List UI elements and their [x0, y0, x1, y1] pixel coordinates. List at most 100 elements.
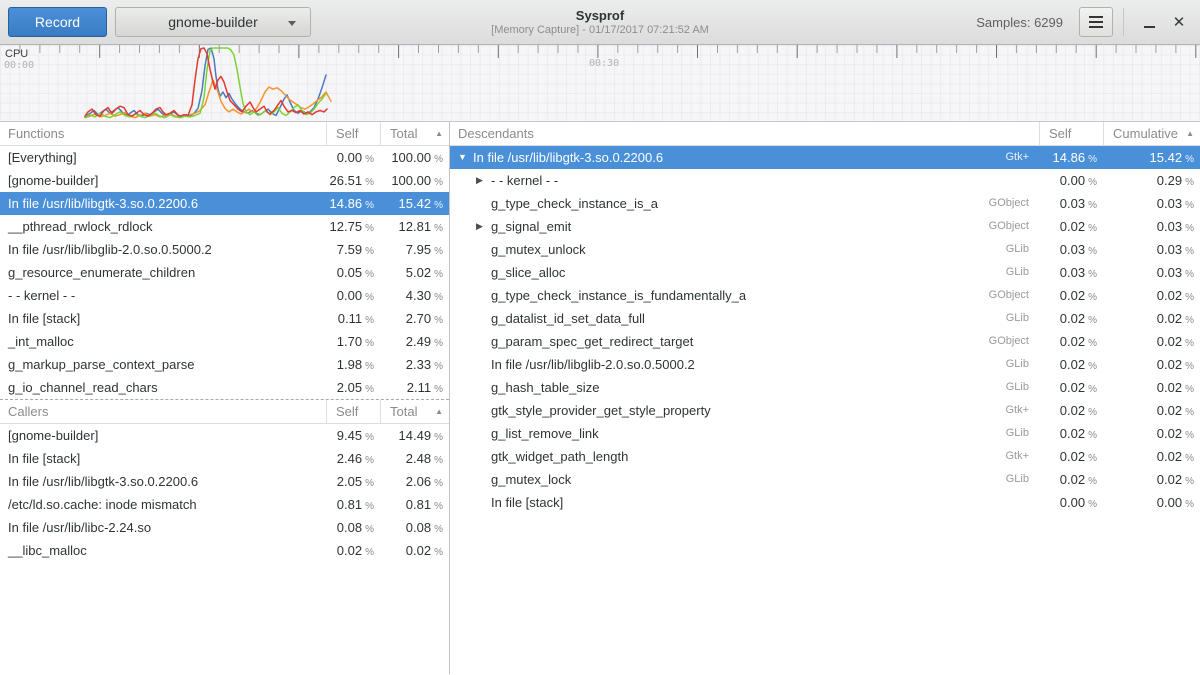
table-row[interactable]: In file /usr/lib/libglib-2.0.so.0.5000.2…	[0, 238, 449, 261]
cpu-graph-canvas	[0, 45, 1200, 122]
functions-total-column-header[interactable]: Total ▲	[380, 122, 449, 146]
expander-icon[interactable]: ▶	[476, 169, 491, 192]
total-percent: 2.70%	[380, 307, 449, 330]
callers-column-header[interactable]: Callers	[0, 400, 326, 424]
self-percent: 0.00%	[326, 146, 380, 169]
function-name: g_type_check_instance_is_a	[491, 192, 658, 215]
function-name: In file [stack]	[491, 491, 563, 514]
total-percent: 2.49%	[380, 330, 449, 353]
expander-icon[interactable]: ▶	[476, 215, 491, 238]
cumulative-percent: 0.02%	[1103, 399, 1200, 422]
sort-ascending-icon: ▲	[435, 122, 443, 145]
functions-column-header[interactable]: Functions	[0, 122, 326, 146]
self-percent: 0.00%	[1039, 491, 1103, 514]
cumulative-percent: 0.03%	[1103, 238, 1200, 261]
table-row[interactable]: g_mutex_unlock GLib 0.03% 0.03%	[450, 238, 1200, 261]
expander-icon[interactable]: ▼	[458, 146, 473, 169]
self-percent: 0.02%	[1039, 284, 1103, 307]
self-percent: 0.02%	[1039, 376, 1103, 399]
self-percent: 2.05%	[326, 376, 380, 399]
table-row[interactable]: ▼ In file /usr/lib/libgtk-3.so.0.2200.6 …	[450, 146, 1200, 169]
table-row[interactable]: [gnome-builder] 9.45% 14.49%	[0, 424, 449, 447]
self-percent: 0.02%	[1039, 330, 1103, 353]
cumulative-percent: 0.03%	[1103, 261, 1200, 284]
descendants-self-column-header[interactable]: Self	[1039, 122, 1103, 146]
close-icon: ✕	[1173, 15, 1186, 30]
table-row[interactable]: g_list_remove_link GLib 0.02% 0.02%	[450, 422, 1200, 445]
self-percent: 7.59%	[326, 238, 380, 261]
library-tag: Gtk+	[1005, 146, 1039, 169]
table-row[interactable]: gtk_widget_path_length Gtk+ 0.02% 0.02%	[450, 445, 1200, 468]
table-row[interactable]: g_resource_enumerate_children 0.05% 5.02…	[0, 261, 449, 284]
function-name: g_io_channel_read_chars	[0, 376, 326, 399]
table-row[interactable]: ▶ g_signal_emit GObject 0.02% 0.03%	[450, 215, 1200, 238]
function-name: g_type_check_instance_is_fundamentally_a	[491, 284, 746, 307]
function-name: g_mutex_lock	[491, 468, 571, 491]
total-percent: 5.02%	[380, 261, 449, 284]
table-row[interactable]: [gnome-builder] 26.51% 100.00%	[0, 169, 449, 192]
table-row[interactable]: g_slice_alloc GLib 0.03% 0.03%	[450, 261, 1200, 284]
total-percent: 100.00%	[380, 169, 449, 192]
table-row[interactable]: g_mutex_lock GLib 0.02% 0.02%	[450, 468, 1200, 491]
process-selector-dropdown[interactable]: gnome-builder	[115, 7, 311, 37]
callers-self-column-header[interactable]: Self	[326, 400, 380, 424]
table-row[interactable]: g_type_check_instance_is_fundamentally_a…	[450, 284, 1200, 307]
table-row[interactable]: In file /usr/lib/libc-2.24.so 0.08% 0.08…	[0, 516, 449, 539]
function-name: In file /usr/lib/libc-2.24.so	[0, 516, 326, 539]
sort-ascending-icon: ▲	[435, 400, 443, 423]
table-row[interactable]: g_hash_table_size GLib 0.02% 0.02%	[450, 376, 1200, 399]
library-tag: GLib	[1006, 261, 1039, 284]
callers-table: [gnome-builder] 9.45% 14.49% In file [st…	[0, 424, 449, 562]
function-name: g_hash_table_size	[491, 376, 599, 399]
descendants-column-header[interactable]: Descendants	[450, 122, 1039, 146]
table-row[interactable]: ▶ - - kernel - - 0.00% 0.29%	[450, 169, 1200, 192]
table-row[interactable]: In file /usr/lib/libgtk-3.so.0.2200.6 2.…	[0, 470, 449, 493]
table-row[interactable]: g_param_spec_get_redirect_target GObject…	[450, 330, 1200, 353]
function-name: In file /usr/lib/libglib-2.0.so.0.5000.2	[491, 353, 695, 376]
cpu-timeline-graph[interactable]: CPU 00:00 00:30	[0, 45, 1200, 122]
function-name: g_mutex_unlock	[491, 238, 586, 261]
self-percent: 0.02%	[1039, 215, 1103, 238]
total-percent: 100.00%	[380, 146, 449, 169]
descendants-table-header: Descendants Self Cumulative ▲	[450, 122, 1200, 146]
table-row[interactable]: g_datalist_id_set_data_full GLib 0.02% 0…	[450, 307, 1200, 330]
close-button[interactable]: ✕	[1164, 7, 1194, 37]
table-row[interactable]: In file [stack] 0.00% 0.00%	[450, 491, 1200, 514]
function-name: g_markup_parse_context_parse	[0, 353, 326, 376]
total-percent: 4.30%	[380, 284, 449, 307]
table-row[interactable]: g_markup_parse_context_parse 1.98% 2.33%	[0, 353, 449, 376]
table-row[interactable]: In file /usr/lib/libglib-2.0.so.0.5000.2…	[450, 353, 1200, 376]
functions-self-column-header[interactable]: Self	[326, 122, 380, 146]
table-row[interactable]: __libc_malloc 0.02% 0.02%	[0, 539, 449, 562]
table-row[interactable]: gtk_style_provider_get_style_property Gt…	[450, 399, 1200, 422]
total-percent: 2.06%	[380, 470, 449, 493]
library-tag: GObject	[989, 330, 1039, 353]
cumulative-percent: 0.02%	[1103, 445, 1200, 468]
table-row[interactable]: In file /usr/lib/libgtk-3.so.0.2200.6 14…	[0, 192, 449, 215]
self-percent: 0.08%	[326, 516, 380, 539]
menu-button[interactable]	[1079, 7, 1113, 37]
table-row[interactable]: g_type_check_instance_is_a GObject 0.03%…	[450, 192, 1200, 215]
window-title: Sysprof	[576, 8, 624, 23]
minimize-button[interactable]	[1134, 7, 1164, 37]
table-row[interactable]: In file [stack] 2.46% 2.48%	[0, 447, 449, 470]
self-percent: 0.00%	[1039, 169, 1103, 192]
callers-total-column-header[interactable]: Total ▲	[380, 400, 449, 424]
self-percent: 2.05%	[326, 470, 380, 493]
descendants-cumulative-column-header[interactable]: Cumulative ▲	[1103, 122, 1200, 146]
cumulative-percent: 0.02%	[1103, 376, 1200, 399]
table-row[interactable]: _int_malloc 1.70% 2.49%	[0, 330, 449, 353]
table-row[interactable]: [Everything] 0.00% 100.00%	[0, 146, 449, 169]
total-percent: 12.81%	[380, 215, 449, 238]
library-tag: Gtk+	[1005, 399, 1039, 422]
table-row[interactable]: - - kernel - - 0.00% 4.30%	[0, 284, 449, 307]
table-row[interactable]: g_io_channel_read_chars 2.05% 2.11%	[0, 376, 449, 399]
record-button[interactable]: Record	[8, 7, 107, 37]
table-row[interactable]: __pthread_rwlock_rdlock 12.75% 12.81%	[0, 215, 449, 238]
functions-table-header: Functions Self Total ▲	[0, 122, 449, 146]
table-row[interactable]: /etc/ld.so.cache: inode mismatch 0.81% 0…	[0, 493, 449, 516]
library-tag: GLib	[1006, 307, 1039, 330]
table-row[interactable]: In file [stack] 0.11% 2.70%	[0, 307, 449, 330]
function-name: - - kernel - -	[0, 284, 326, 307]
library-tag: GObject	[989, 192, 1039, 215]
